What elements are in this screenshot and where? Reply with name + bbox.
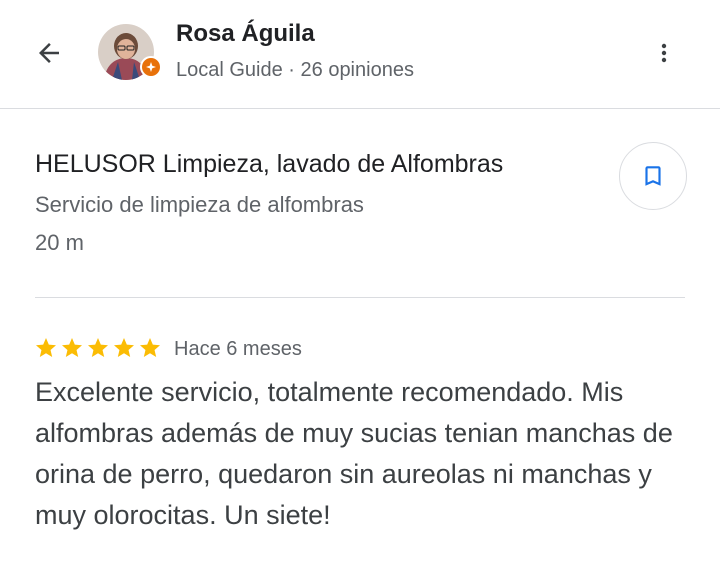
place-category: Servicio de limpieza de alfombras (35, 192, 364, 217)
save-button[interactable] (619, 142, 687, 210)
star-icon (88, 338, 108, 357)
star-icon (140, 338, 160, 357)
place-name[interactable]: HELUSOR Limpieza, lavado de Alfombras (35, 150, 503, 179)
star-rating (34, 336, 162, 364)
avatar[interactable] (98, 24, 162, 80)
local-guide-badge (140, 56, 162, 78)
review-time: Hace 6 meses (174, 338, 302, 360)
back-button[interactable] (30, 34, 68, 72)
star-icon (36, 338, 56, 357)
review-text: Excelente servicio, totalmente recomenda… (35, 377, 673, 530)
review-header: Rosa Águila Local Guide · 26 opiniones (0, 0, 720, 109)
place-distance: 20 m (35, 230, 84, 255)
divider (35, 297, 685, 298)
star-icon (114, 338, 134, 357)
arrow-back-icon (39, 43, 59, 63)
more-options-button[interactable] (646, 34, 682, 72)
star-badge-icon (146, 62, 156, 72)
user-meta: Local Guide · 26 opiniones (176, 59, 414, 81)
more-vert-icon (661, 43, 667, 63)
star-icon (62, 338, 82, 357)
user-name[interactable]: Rosa Águila (176, 20, 315, 48)
bookmark-icon (645, 166, 661, 186)
